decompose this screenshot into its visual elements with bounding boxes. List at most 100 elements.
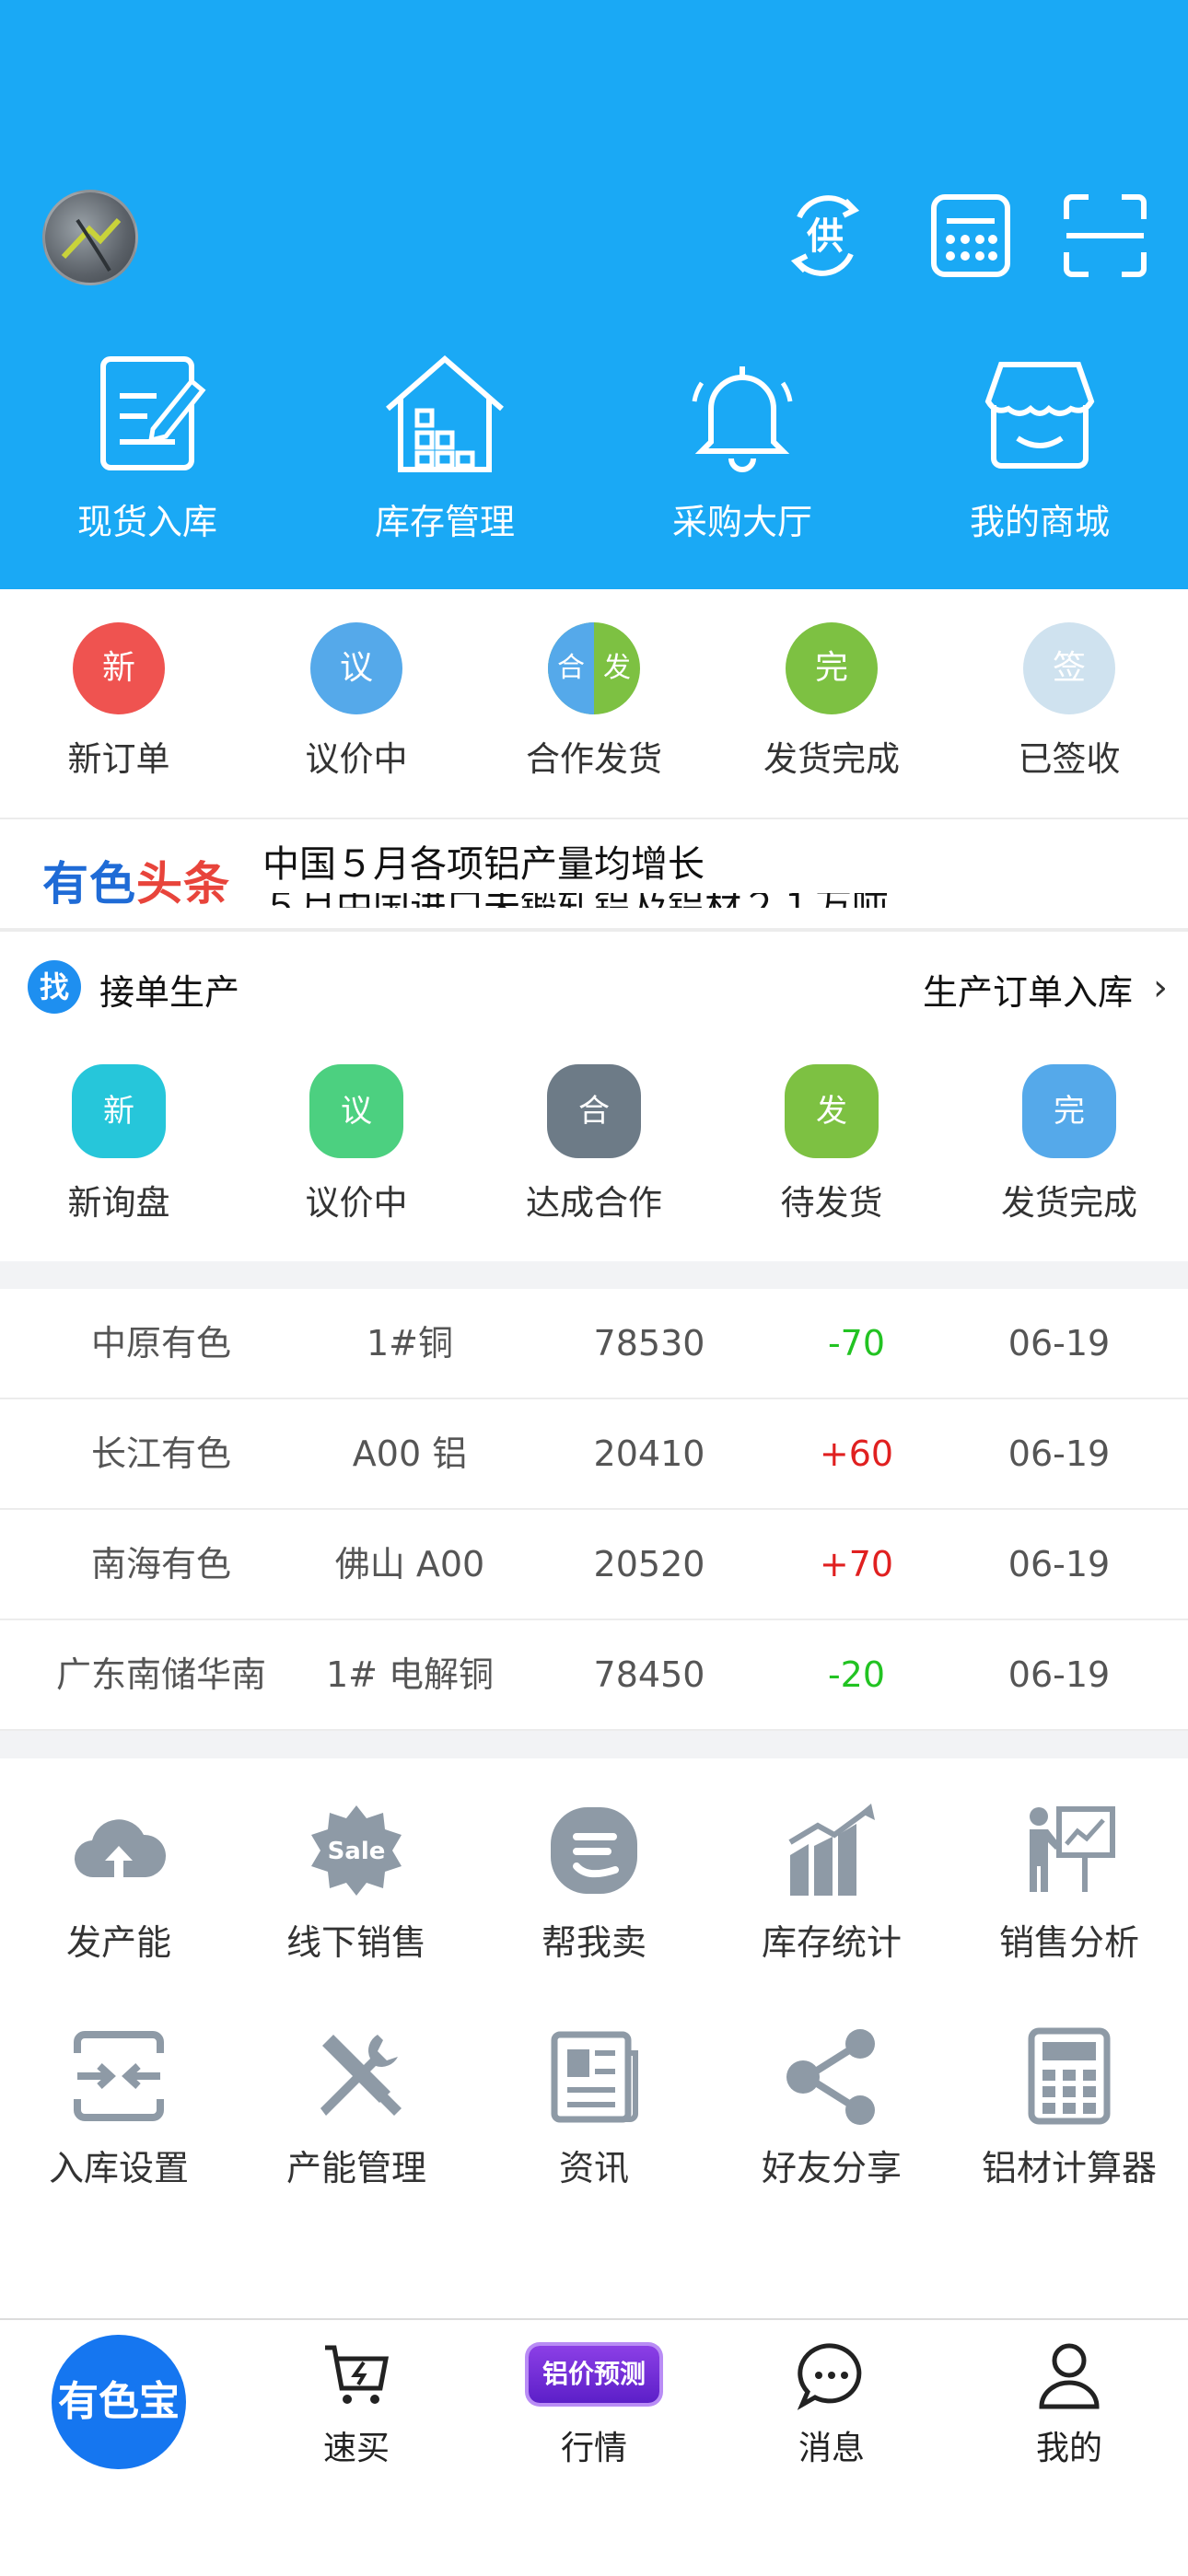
- tool-aluminum-calculator[interactable]: 铝材计算器: [950, 2025, 1188, 2190]
- status-label: 达成合作: [526, 1183, 662, 1223]
- tool-label: 入库设置: [48, 2148, 189, 2188]
- cloud-upload-icon: [74, 1819, 167, 1878]
- tab-market[interactable]: 行情: [475, 2338, 713, 2469]
- quick-action-label: 我的商城: [969, 502, 1110, 542]
- divider: [0, 928, 1188, 932]
- ship-icon: 发: [785, 1064, 879, 1158]
- tool-help-me-sell[interactable]: 帮我卖: [475, 1800, 713, 1965]
- tab-messages[interactable]: 消息: [713, 2338, 950, 2469]
- price-row[interactable]: 南海有色 佛山 A00 20520 +70 06-19: [0, 1510, 1188, 1620]
- prod-status-new-inquiry[interactable]: 新 新询盘: [0, 1064, 238, 1224]
- tool-offline-sales[interactable]: Sale 线下销售: [238, 1800, 475, 1965]
- tool-inventory-stats[interactable]: 库存统计: [713, 1800, 950, 1965]
- price-change: +70: [819, 1544, 894, 1584]
- price-value: 20520: [593, 1544, 705, 1584]
- presentation-icon: [1030, 1806, 1115, 1892]
- price-value: 78450: [593, 1654, 705, 1695]
- section-gap: [0, 1731, 1188, 1758]
- tool-share-friends[interactable]: 好友分享: [713, 2025, 950, 2190]
- avatar[interactable]: [42, 190, 138, 285]
- production-title: 接单生产: [99, 972, 240, 1013]
- news-logo-right: 头条: [136, 857, 230, 911]
- status-cooperate-ship[interactable]: 合 发 合作发货: [475, 622, 713, 781]
- tool-sales-analysis[interactable]: 销售分析: [950, 1800, 1188, 1965]
- status-label: 议价中: [305, 1183, 408, 1223]
- calculator-icon[interactable]: [925, 190, 1017, 282]
- prod-status-shipped[interactable]: 完 发货完成: [950, 1064, 1188, 1224]
- tab-quick-buy[interactable]: 速买: [238, 2338, 475, 2469]
- status-negotiating[interactable]: 议 议价中: [238, 622, 475, 781]
- hand-sell-icon: [551, 1807, 637, 1894]
- tab-me[interactable]: 我的: [950, 2338, 1188, 2469]
- tab-home[interactable]: 有色宝: [52, 2335, 186, 2469]
- new-icon: 新: [73, 622, 165, 714]
- quick-action-label: 采购大厅: [671, 502, 812, 542]
- supply-switch-icon[interactable]: 供: [779, 190, 871, 282]
- scan-icon[interactable]: [1059, 190, 1151, 282]
- tab-label: 行情: [560, 2430, 627, 2467]
- tab-label: 消息: [798, 2430, 865, 2467]
- price-value: 78530: [593, 1323, 705, 1363]
- tool-label: 线下销售: [285, 1922, 426, 1963]
- status-shipped[interactable]: 完 发货完成: [713, 622, 950, 781]
- chevron-right-icon[interactable]: ›: [1153, 967, 1168, 1009]
- new-icon: 新: [72, 1064, 166, 1158]
- market-name: 长江有色: [90, 1433, 231, 1474]
- tool-label: 库存统计: [761, 1922, 902, 1963]
- prod-status-negotiating[interactable]: 议 议价中: [238, 1064, 475, 1224]
- quick-action-purchase-hall[interactable]: 采购大厅: [632, 350, 853, 552]
- negotiate-icon: 议: [309, 1064, 403, 1158]
- quick-action-label: 现货入库: [76, 502, 217, 542]
- signed-icon: 签: [1023, 622, 1115, 714]
- price-date: 06-19: [1007, 1654, 1111, 1695]
- chat-icon: [797, 2343, 862, 2410]
- price-row[interactable]: 中原有色 1#铜 78530 -70 06-19: [0, 1289, 1188, 1399]
- news-headline[interactable]: 中国５月各项铝产量均增长: [262, 834, 705, 888]
- complete-icon: 完: [786, 622, 878, 714]
- news-logo-left: 有色: [42, 857, 136, 911]
- svg-text:供: 供: [807, 215, 844, 258]
- bell-icon: [692, 366, 793, 472]
- tool-capacity-management[interactable]: 产能管理: [238, 2025, 475, 2190]
- newspaper-icon: [551, 2031, 638, 2123]
- status-label: 议价中: [305, 739, 408, 779]
- product-name: A00 铝: [352, 1433, 468, 1474]
- tool-news[interactable]: 资讯: [475, 2025, 713, 2190]
- tool-label: 发产能: [65, 1922, 171, 1963]
- quick-action-inventory[interactable]: 库存管理: [334, 350, 555, 552]
- warehouse-icon: [386, 355, 504, 472]
- document-edit-icon: [100, 356, 206, 470]
- tool-publish-capacity[interactable]: 发产能: [0, 1800, 238, 1965]
- cart-icon: [325, 2345, 390, 2404]
- tool-label: 销售分析: [998, 1922, 1139, 1963]
- divider: [0, 818, 1188, 819]
- share-icon: [786, 2029, 875, 2125]
- cooperate-half: 合: [548, 622, 594, 714]
- price-change: -70: [827, 1323, 886, 1363]
- inbound-icon: [74, 2031, 164, 2121]
- section-gap: [0, 1261, 1188, 1289]
- calculator-icon: [1028, 2027, 1111, 2125]
- price-date: 06-19: [1007, 1323, 1111, 1363]
- tool-label: 帮我卖: [541, 1922, 646, 1963]
- find-badge-icon: 找: [28, 960, 81, 1014]
- price-row[interactable]: 长江有色 A00 铝 20410 +60 06-19: [0, 1399, 1188, 1510]
- quick-action-stock-in[interactable]: 现货入库: [37, 350, 258, 552]
- price-row[interactable]: 广东南储华南 1# 电解铜 78450 -20 06-19: [0, 1620, 1188, 1731]
- price-change: +60: [819, 1433, 894, 1474]
- production-order-stock-in-link[interactable]: 生产订单入库: [923, 964, 1133, 1015]
- product-name: 佛山 A00: [334, 1544, 485, 1584]
- sale-badge-icon: Sale: [311, 1805, 402, 1896]
- status-new-order[interactable]: 新 新订单: [0, 622, 238, 781]
- product-name: 1#铜: [366, 1323, 454, 1363]
- news-next-headline[interactable]: ５月中国进口未锻轧铝及铝材２１万吨: [262, 893, 889, 908]
- tool-label: 产能管理: [285, 2148, 426, 2188]
- status-signed[interactable]: 签 已签收: [950, 622, 1188, 781]
- prod-status-to-ship[interactable]: 发 待发货: [713, 1064, 950, 1224]
- cooperate-icon: 合: [547, 1064, 641, 1158]
- prod-status-agreed[interactable]: 合 达成合作: [475, 1064, 713, 1224]
- price-value: 20410: [593, 1433, 705, 1474]
- quick-action-my-shop[interactable]: 我的商城: [929, 350, 1150, 552]
- tool-stock-in-settings[interactable]: 入库设置: [0, 2025, 238, 2190]
- shop-icon: [984, 362, 1095, 469]
